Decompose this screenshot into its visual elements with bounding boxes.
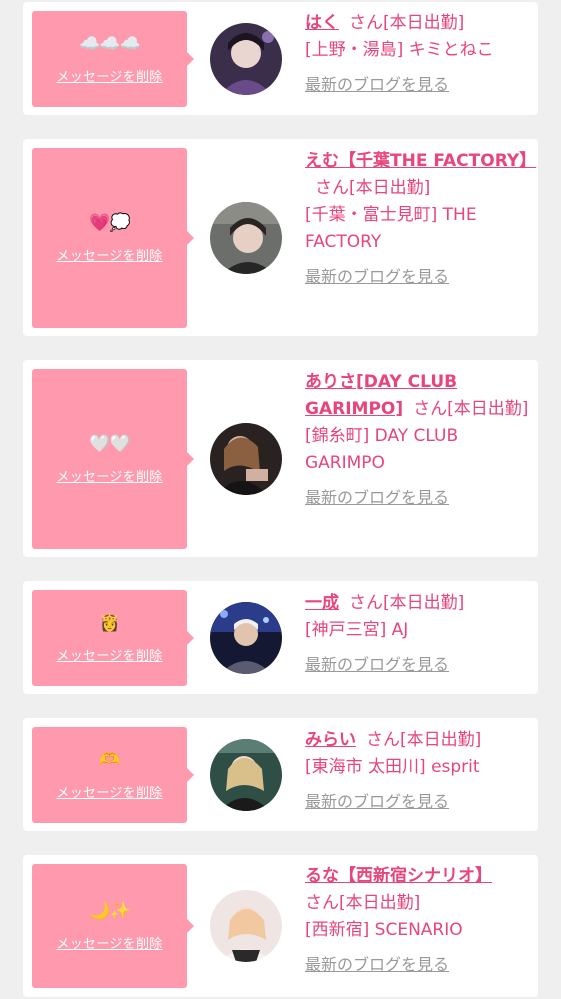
message-bubble: 👸 メッセージを削除	[32, 590, 194, 686]
cast-info: みらい さん[本日出勤] [東海市 太田川] esprit 最新のブログを見る	[305, 727, 530, 815]
avatar[interactable]	[210, 890, 282, 962]
message-emoji: 💗💭	[89, 212, 130, 233]
cast-info: えむ【千葉THE FACTORY】さん[本日出勤] [千葉・富士見町] THE …	[305, 148, 536, 290]
latest-blog-link[interactable]: 最新のブログを見る	[305, 651, 530, 678]
avatar[interactable]	[210, 602, 282, 674]
shop-label: [西新宿] SCENARIO	[305, 920, 463, 940]
avatar[interactable]	[210, 739, 282, 811]
message-card: 🌙✨ メッセージを削除 るな【西新宿シナリオ】 さん[本日出勤] [西新宿] S…	[23, 855, 538, 997]
message-bubble: 🌙✨ メッセージを削除	[32, 864, 194, 988]
message-card: 💗💭 メッセージを削除 えむ【千葉THE FACTORY】さん[本日出勤] [千…	[23, 139, 538, 336]
latest-blog-link[interactable]: 最新のブログを見る	[305, 71, 530, 98]
avatar[interactable]	[210, 423, 282, 495]
message-bubble: 🫶 メッセージを削除	[32, 727, 194, 823]
cast-name-link[interactable]: はく	[305, 13, 339, 33]
message-emoji: 👸	[99, 612, 120, 633]
cast-name-link[interactable]: えむ【千葉THE FACTORY】	[305, 151, 536, 171]
shop-label: [錦糸町] DAY CLUB GARIMPO	[305, 426, 459, 473]
message-list: ☁️☁️☁️ メッセージを削除 はく さん[本日出勤] [上野・湯島] キミとねこ…	[0, 0, 561, 999]
message-card: ☁️☁️☁️ メッセージを削除 はく さん[本日出勤] [上野・湯島] キミとねこ…	[23, 2, 538, 115]
latest-blog-link[interactable]: 最新のブログを見る	[305, 484, 530, 511]
shop-label: [上野・湯島] キミとねこ	[305, 40, 494, 60]
cast-name-link[interactable]: るな【西新宿シナリオ】	[305, 866, 492, 886]
latest-blog-link[interactable]: 最新のブログを見る	[305, 788, 530, 815]
cast-name-link[interactable]: みらい	[305, 730, 356, 750]
cast-status: さん[本日出勤]	[305, 893, 421, 913]
avatar[interactable]	[210, 202, 282, 274]
delete-message-link[interactable]: メッセージを削除	[56, 66, 162, 85]
cast-name-link[interactable]: 一成	[305, 593, 339, 613]
avatar[interactable]	[210, 23, 282, 95]
cast-status: さん[本日出勤]	[366, 730, 482, 750]
message-emoji: ☁️☁️☁️	[79, 33, 141, 54]
delete-message-link[interactable]: メッセージを削除	[56, 782, 162, 801]
delete-message-link[interactable]: メッセージを削除	[56, 466, 162, 485]
cast-status: さん[本日出勤]	[349, 593, 465, 613]
shop-label: [千葉・富士見町] THE FACTORY	[305, 205, 477, 252]
cast-info: ありさ[DAY CLUB GARIMPO] さん[本日出勤] [錦糸町] DAY …	[305, 369, 530, 511]
message-card: 👸 メッセージを削除 一成 さん[本日出勤] [神戸三宮] AJ 最新のブログを見…	[23, 581, 538, 694]
cast-status: さん[本日出勤]	[349, 13, 465, 33]
delete-message-link[interactable]: メッセージを削除	[56, 645, 162, 664]
latest-blog-link[interactable]: 最新のブログを見る	[305, 263, 530, 290]
message-emoji: 🤍🤍	[89, 433, 130, 454]
message-bubble: 💗💭 メッセージを削除	[32, 148, 194, 328]
message-card: 🤍🤍 メッセージを削除 ありさ[DAY CLUB GARIMPO] さん[本日出勤…	[23, 360, 538, 557]
message-bubble: ☁️☁️☁️ メッセージを削除	[32, 11, 194, 107]
cast-status: さん[本日出勤]	[413, 399, 529, 419]
message-card: 🫶 メッセージを削除 みらい さん[本日出勤] [東海市 太田川] esprit …	[23, 718, 538, 831]
shop-label: [東海市 太田川] esprit	[305, 757, 480, 777]
message-emoji: 🌙✨	[89, 900, 130, 921]
cast-info: るな【西新宿シナリオ】 さん[本日出勤] [西新宿] SCENARIO 最新のブ…	[305, 863, 530, 978]
latest-blog-link[interactable]: 最新のブログを見る	[305, 951, 530, 978]
cast-status: さん[本日出勤]	[315, 178, 431, 198]
cast-info: 一成 さん[本日出勤] [神戸三宮] AJ 最新のブログを見る	[305, 590, 530, 678]
delete-message-link[interactable]: メッセージを削除	[56, 933, 162, 952]
message-emoji: 🫶	[99, 749, 120, 770]
delete-message-link[interactable]: メッセージを削除	[56, 245, 162, 264]
shop-label: [神戸三宮] AJ	[305, 620, 409, 640]
message-bubble: 🤍🤍 メッセージを削除	[32, 369, 194, 549]
cast-info: はく さん[本日出勤] [上野・湯島] キミとねこ 最新のブログを見る	[305, 10, 530, 98]
